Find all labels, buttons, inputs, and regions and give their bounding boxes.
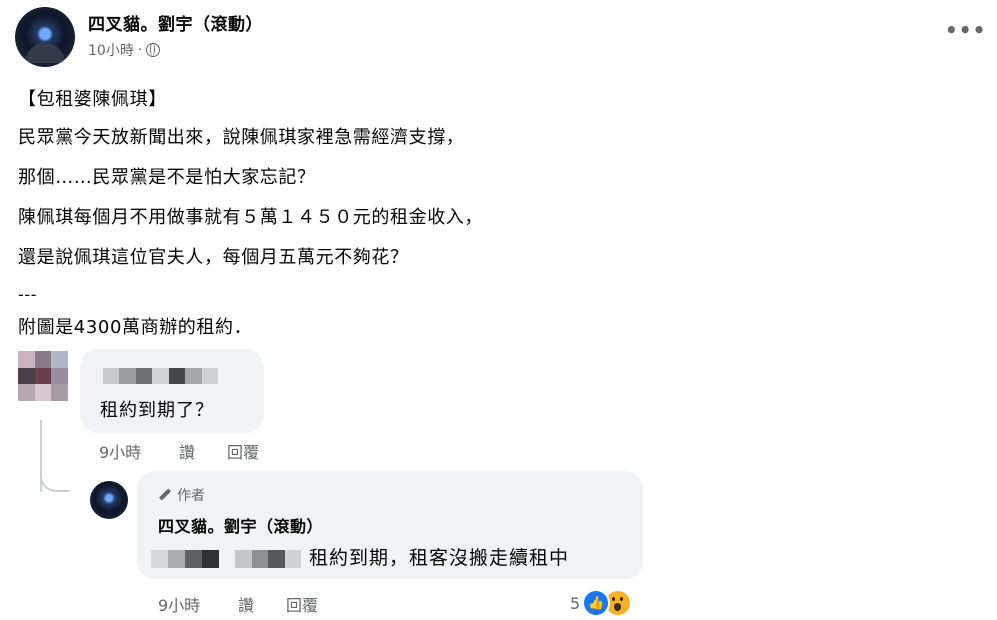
pencil-icon xyxy=(158,489,171,502)
mention-blurred-2[interactable] xyxy=(235,550,301,568)
reply-time[interactable]: 9小時 xyxy=(158,592,200,616)
post-line-2: 民眾黨今天放新聞出來，說陳佩琪家裡急需經濟支撐， xyxy=(18,127,465,148)
post-meta: 10小時 · xyxy=(88,40,161,60)
author-avatar[interactable] xyxy=(15,7,75,67)
post-line-3: 那個……民眾黨是不是怕大家忘記？ xyxy=(18,167,316,188)
like-reaction-icon: 👍 xyxy=(582,589,611,617)
thread-connector xyxy=(40,470,70,492)
commenter-avatar[interactable] xyxy=(18,351,68,401)
commenter-name-blurred[interactable] xyxy=(103,368,218,384)
post-divider-text: --- xyxy=(18,285,38,304)
post-time[interactable]: 10小時 xyxy=(88,40,134,60)
mention-blurred-1[interactable] xyxy=(151,550,219,568)
post-line-5: 還是說佩琪這位官夫人，每個月五萬元不夠花？ xyxy=(18,247,409,268)
comment-time[interactable]: 9小時 xyxy=(99,439,141,463)
reaction-summary[interactable]: 5 👍 xyxy=(570,589,633,617)
post-line-1: 【包租婆陳佩琪】 xyxy=(18,89,167,110)
globe-icon[interactable] xyxy=(146,43,161,57)
post-author-name[interactable]: 四叉貓。劉宇（滾動） xyxy=(88,10,263,35)
reply-author-avatar[interactable] xyxy=(90,481,128,519)
comment-reply-button[interactable]: 回覆 xyxy=(227,439,259,463)
comment-like-button[interactable]: 讚 xyxy=(179,439,195,463)
reply-reply-button[interactable]: 回覆 xyxy=(286,592,318,616)
post-line-4: 陳佩琪每個月不用做事就有５萬１４５０元的租金收入， xyxy=(18,207,483,228)
author-badge: 作者 xyxy=(158,485,205,505)
meta-separator: · xyxy=(137,42,143,58)
author-badge-label: 作者 xyxy=(177,488,205,504)
comment-text: 租約到期了？ xyxy=(100,400,214,421)
reply-author-name[interactable]: 四叉貓。劉宇（滾動） xyxy=(158,513,323,537)
post-line-7: 附圖是4300萬商辦的租約． xyxy=(18,317,253,338)
reply-text: 租約到期，租客沒搬走續租中 xyxy=(309,547,570,569)
reaction-count: 5 xyxy=(570,593,581,613)
reply-like-button[interactable]: 讚 xyxy=(238,592,254,616)
more-options-icon[interactable]: ••• xyxy=(945,18,986,42)
